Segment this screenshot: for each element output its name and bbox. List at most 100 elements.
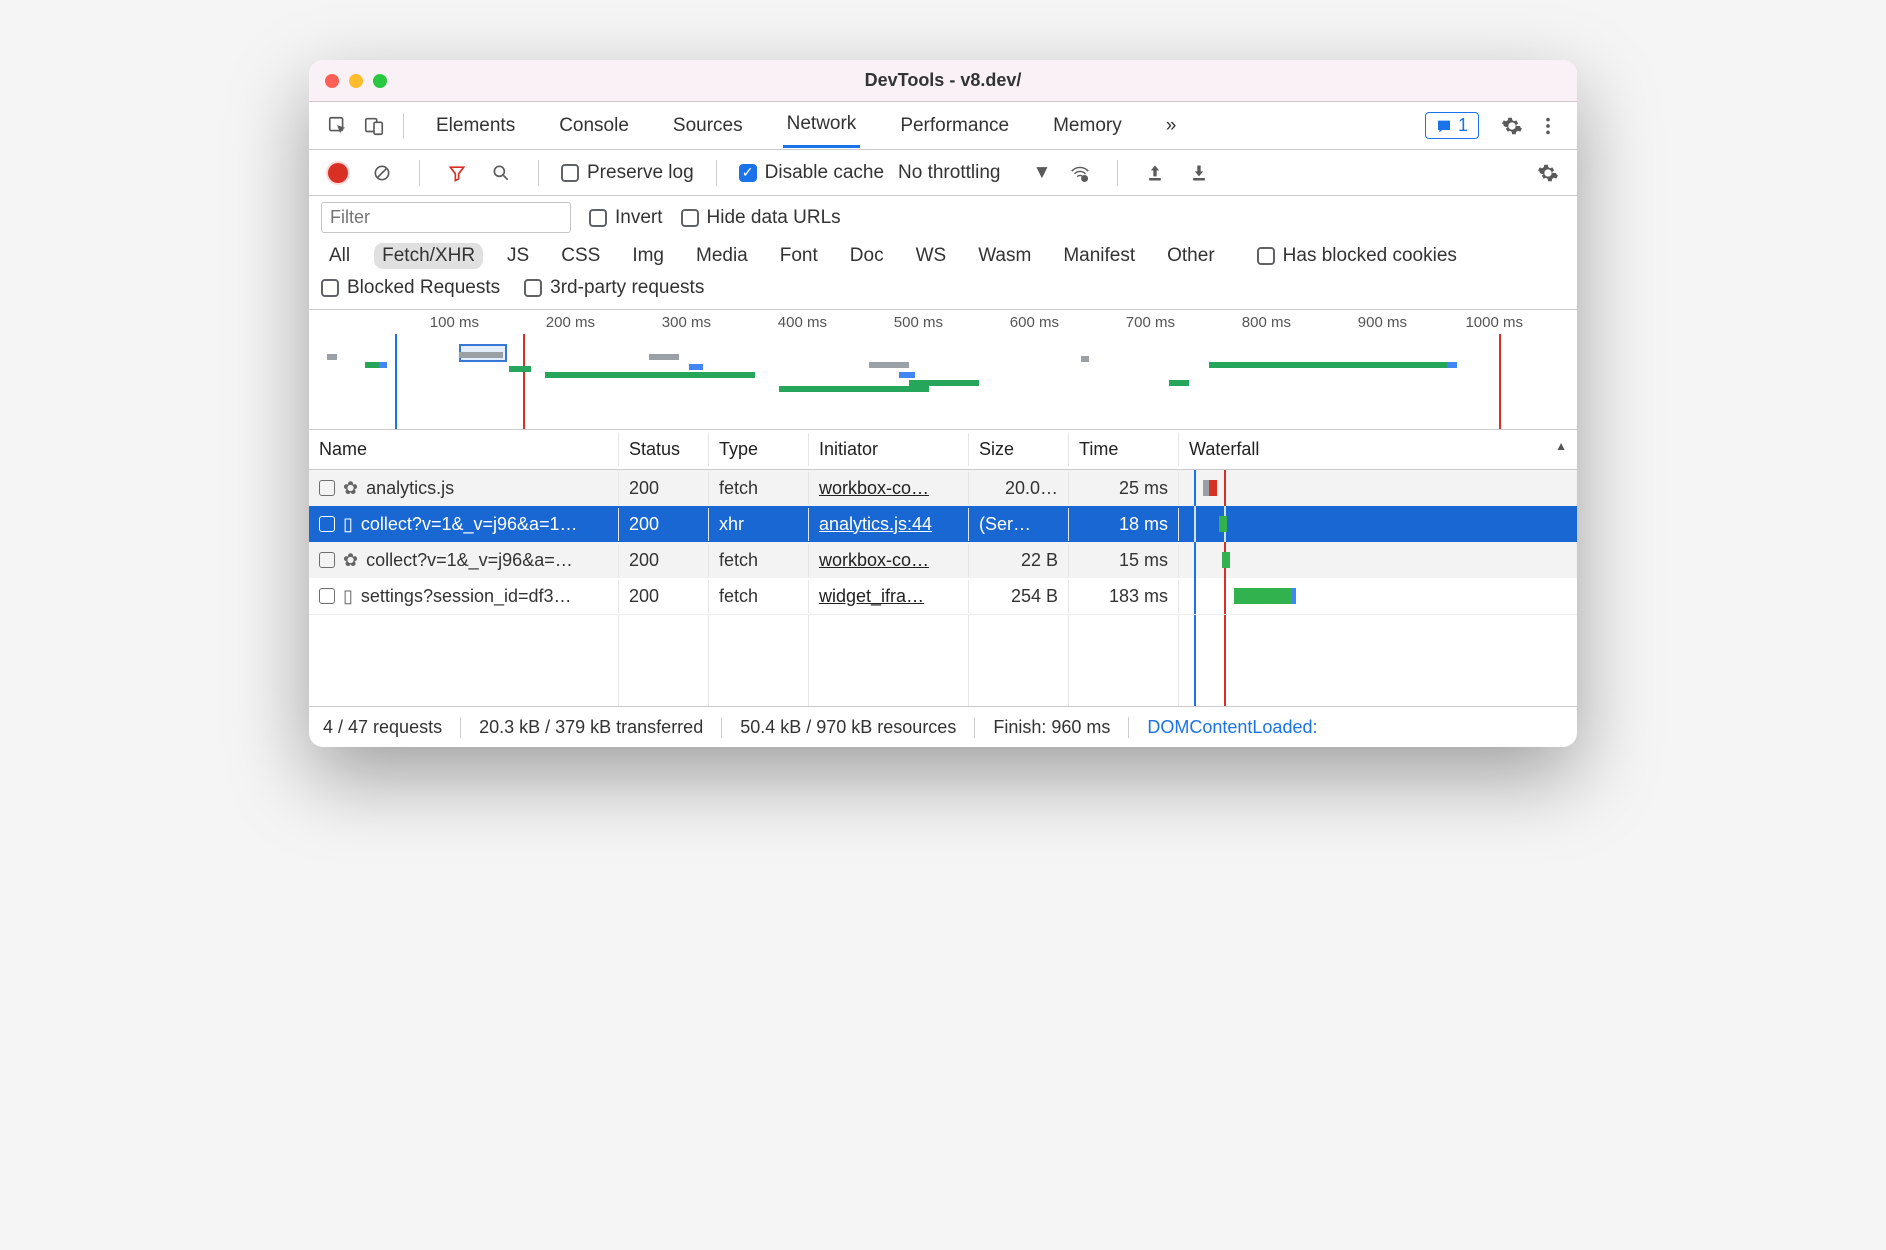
tab-elements[interactable]: Elements: [432, 105, 519, 147]
col-type[interactable]: Type: [709, 433, 809, 466]
col-status[interactable]: Status: [619, 433, 709, 466]
request-type: xhr: [709, 508, 809, 541]
inspect-icon[interactable]: [323, 111, 353, 141]
request-table: Name Status Type Initiator Size Time Wat…: [309, 430, 1577, 707]
status-requests: 4 / 47 requests: [323, 717, 461, 738]
row-checkbox[interactable]: [319, 480, 335, 496]
tab-network[interactable]: Network: [783, 103, 861, 148]
device-toolbar-icon[interactable]: [359, 111, 389, 141]
clear-icon[interactable]: [367, 158, 397, 188]
blocked-requests-toggle[interactable]: Blocked Requests: [321, 277, 500, 299]
col-size[interactable]: Size: [969, 433, 1069, 466]
gear-icon: ✿: [343, 550, 358, 571]
filter-other[interactable]: Other: [1159, 243, 1223, 269]
table-row[interactable]: ▯ collect?v=1&_v=j96&a=1… 200 xhr analyt…: [309, 506, 1577, 542]
filter-fetch-xhr[interactable]: Fetch/XHR: [374, 243, 483, 269]
table-row[interactable]: ▯ settings?session_id=df3… 200 fetch wid…: [309, 578, 1577, 614]
upload-har-icon[interactable]: [1140, 158, 1170, 188]
filter-all[interactable]: All: [321, 243, 358, 269]
tab-console[interactable]: Console: [555, 105, 633, 147]
timeline-overview[interactable]: 100 ms 200 ms 300 ms 400 ms 500 ms 600 m…: [309, 310, 1577, 430]
request-type: fetch: [709, 472, 809, 505]
settings-icon[interactable]: [1497, 111, 1527, 141]
request-waterfall: [1179, 578, 1577, 614]
tab-sources[interactable]: Sources: [669, 105, 747, 147]
filter-icon[interactable]: [442, 158, 472, 188]
search-icon[interactable]: [486, 158, 516, 188]
divider: [403, 113, 404, 139]
request-initiator[interactable]: workbox-co…: [809, 544, 969, 577]
window-title: DevTools - v8.dev/: [865, 70, 1022, 91]
filter-css[interactable]: CSS: [553, 243, 608, 269]
overflow-menu-icon[interactable]: [1533, 111, 1563, 141]
status-domcontentloaded: DOMContentLoaded:: [1129, 717, 1317, 738]
filter-media[interactable]: Media: [688, 243, 756, 269]
checkbox-icon: [1257, 247, 1275, 265]
table-row[interactable]: ✿ analytics.js 200 fetch workbox-co… 20.…: [309, 470, 1577, 506]
col-name[interactable]: Name: [309, 433, 619, 466]
checkbox-icon: [524, 279, 542, 297]
filter-doc[interactable]: Doc: [842, 243, 892, 269]
panel-settings-icon[interactable]: [1533, 158, 1563, 188]
checkbox-icon: [321, 279, 339, 297]
request-waterfall: [1179, 506, 1577, 542]
filter-input[interactable]: [321, 202, 571, 233]
checkbox-icon: [589, 209, 607, 227]
download-har-icon[interactable]: [1184, 158, 1214, 188]
tab-overflow[interactable]: »: [1162, 105, 1181, 147]
request-time: 15 ms: [1069, 544, 1179, 577]
request-size: 254 B: [969, 580, 1069, 613]
request-initiator[interactable]: widget_ifra…: [809, 580, 969, 613]
request-status: 200: [619, 544, 709, 577]
request-time: 25 ms: [1069, 472, 1179, 505]
disable-cache-toggle[interactable]: ✓ Disable cache: [739, 162, 884, 184]
preserve-log-toggle[interactable]: Preserve log: [561, 162, 694, 184]
col-time[interactable]: Time: [1069, 433, 1179, 466]
col-initiator[interactable]: Initiator: [809, 433, 969, 466]
request-type: fetch: [709, 544, 809, 577]
window-controls: [325, 74, 387, 88]
divider: [716, 160, 717, 186]
window-minimize-button[interactable]: [349, 74, 363, 88]
tab-performance[interactable]: Performance: [896, 105, 1013, 147]
request-initiator[interactable]: analytics.js:44: [809, 508, 969, 541]
status-bar: 4 / 47 requests 20.3 kB / 379 kB transfe…: [309, 707, 1577, 747]
hide-data-urls-toggle[interactable]: Hide data URLs: [681, 207, 841, 229]
row-checkbox[interactable]: [319, 552, 335, 568]
filter-manifest[interactable]: Manifest: [1055, 243, 1143, 269]
filter-font[interactable]: Font: [772, 243, 826, 269]
request-name: collect?v=1&_v=j96&a=…: [366, 550, 573, 571]
window-zoom-button[interactable]: [373, 74, 387, 88]
divider: [538, 160, 539, 186]
load-marker: [523, 334, 525, 429]
third-party-toggle[interactable]: 3rd-party requests: [524, 277, 704, 299]
has-blocked-cookies-toggle[interactable]: Has blocked cookies: [1257, 245, 1457, 267]
status-resources: 50.4 kB / 970 kB resources: [722, 717, 975, 738]
resource-type-filter: All Fetch/XHR JS CSS Img Media Font Doc …: [321, 243, 1565, 269]
issues-icon: [1436, 118, 1452, 134]
tab-memory[interactable]: Memory: [1049, 105, 1126, 147]
record-button[interactable]: [323, 158, 353, 188]
row-checkbox[interactable]: [319, 588, 335, 604]
invert-toggle[interactable]: Invert: [589, 207, 663, 229]
filter-wasm[interactable]: Wasm: [970, 243, 1039, 269]
table-row[interactable]: ✿ collect?v=1&_v=j96&a=… 200 fetch workb…: [309, 542, 1577, 578]
filter-js[interactable]: JS: [499, 243, 537, 269]
window-close-button[interactable]: [325, 74, 339, 88]
request-time: 18 ms: [1069, 508, 1179, 541]
issues-button[interactable]: 1: [1425, 112, 1479, 139]
filter-ws[interactable]: WS: [908, 243, 955, 269]
marker: [1499, 334, 1501, 429]
col-waterfall[interactable]: Waterfall▲: [1179, 433, 1577, 466]
divider: [419, 160, 420, 186]
table-header: Name Status Type Initiator Size Time Wat…: [309, 430, 1577, 470]
request-size: 22 B: [969, 544, 1069, 577]
network-conditions-icon[interactable]: [1065, 158, 1095, 188]
timeline-ticks: 100 ms 200 ms 300 ms 400 ms 500 ms 600 m…: [309, 314, 1577, 331]
request-type: fetch: [709, 580, 809, 613]
request-initiator[interactable]: workbox-co…: [809, 472, 969, 505]
filter-img[interactable]: Img: [624, 243, 672, 269]
throttling-select[interactable]: No throttling ▼: [898, 162, 1051, 184]
gear-icon: ✿: [343, 478, 358, 499]
row-checkbox[interactable]: [319, 516, 335, 532]
